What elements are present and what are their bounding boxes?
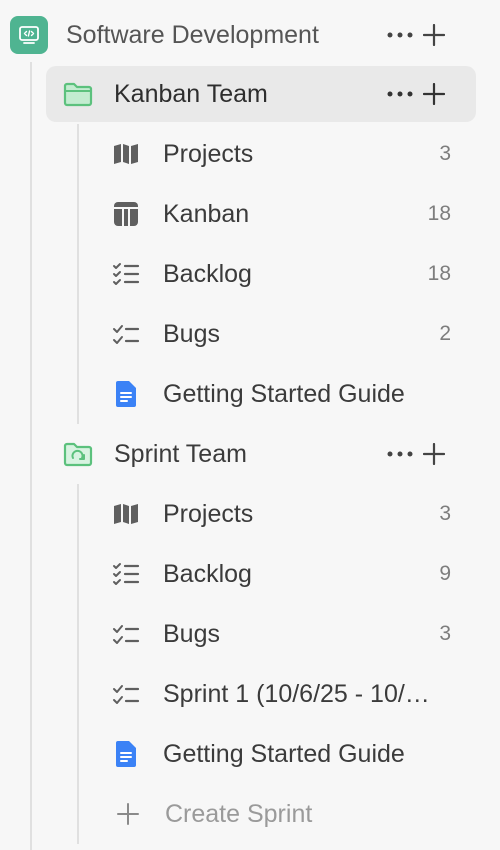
list-item-label: Bugs [163,619,220,648]
board-icon [110,198,142,230]
list-item-projects[interactable]: Projects 3 [0,486,500,542]
list-item-label: Sprint 1 (10/6/25 - 10/… [163,679,430,708]
list-item-bugs[interactable]: Bugs 2 [0,306,500,362]
checklist-icon [110,618,142,650]
list-item-label: Bugs [163,319,220,348]
list-item-label: Kanban [163,199,250,228]
create-sprint-button[interactable]: Create Sprint [0,786,500,842]
more-options-icon[interactable] [383,79,417,109]
list-item-backlog[interactable]: Backlog 18 [0,246,500,302]
backlog-list-icon [110,558,142,590]
item-count: 18 [427,202,451,225]
map-icon [110,498,142,530]
list-item-label: Getting Started Guide [163,379,405,408]
sprint-folder-icon [62,438,94,470]
list-item-kanban[interactable]: Kanban 18 [0,186,500,242]
folder-icon [62,78,94,110]
list-item-backlog[interactable]: Backlog 9 [0,546,500,602]
backlog-list-icon [110,258,142,290]
item-count: 9 [439,562,451,585]
folder-name: Sprint Team [114,439,247,468]
add-icon[interactable] [417,20,451,50]
item-count: 3 [439,502,451,525]
item-count: 3 [439,622,451,645]
folder-kanban-team[interactable]: Kanban Team [0,66,500,122]
add-icon[interactable] [417,439,451,469]
space-title: Software Development [66,20,319,49]
more-options-icon[interactable] [383,439,417,469]
list-item-label: Projects [163,139,254,168]
item-count: 3 [439,142,451,165]
list-item-label: Getting Started Guide [163,739,405,768]
list-item-sprint-1[interactable]: Sprint 1 (10/6/25 - 10/… [0,666,500,722]
folder-name: Kanban Team [114,79,268,108]
list-item-label: Projects [163,499,254,528]
map-icon [110,138,142,170]
list-item-getting-started[interactable]: Getting Started Guide [0,366,500,422]
document-icon [110,378,142,410]
space-header[interactable]: Software Development [0,7,500,63]
folder-sprint-team[interactable]: Sprint Team [0,426,500,482]
code-space-icon [10,16,48,54]
list-item-projects[interactable]: Projects 3 [0,126,500,182]
document-icon [110,738,142,770]
add-icon[interactable] [417,79,451,109]
list-item-label: Backlog [163,559,252,588]
create-sprint-label: Create Sprint [165,799,313,828]
list-item-label: Backlog [163,259,252,288]
checklist-icon [110,318,142,350]
checklist-icon [110,678,142,710]
item-count: 2 [439,322,451,345]
plus-icon [114,800,142,828]
more-options-icon[interactable] [383,20,417,50]
list-item-getting-started[interactable]: Getting Started Guide [0,726,500,782]
list-item-bugs[interactable]: Bugs 3 [0,606,500,662]
item-count: 18 [427,262,451,285]
